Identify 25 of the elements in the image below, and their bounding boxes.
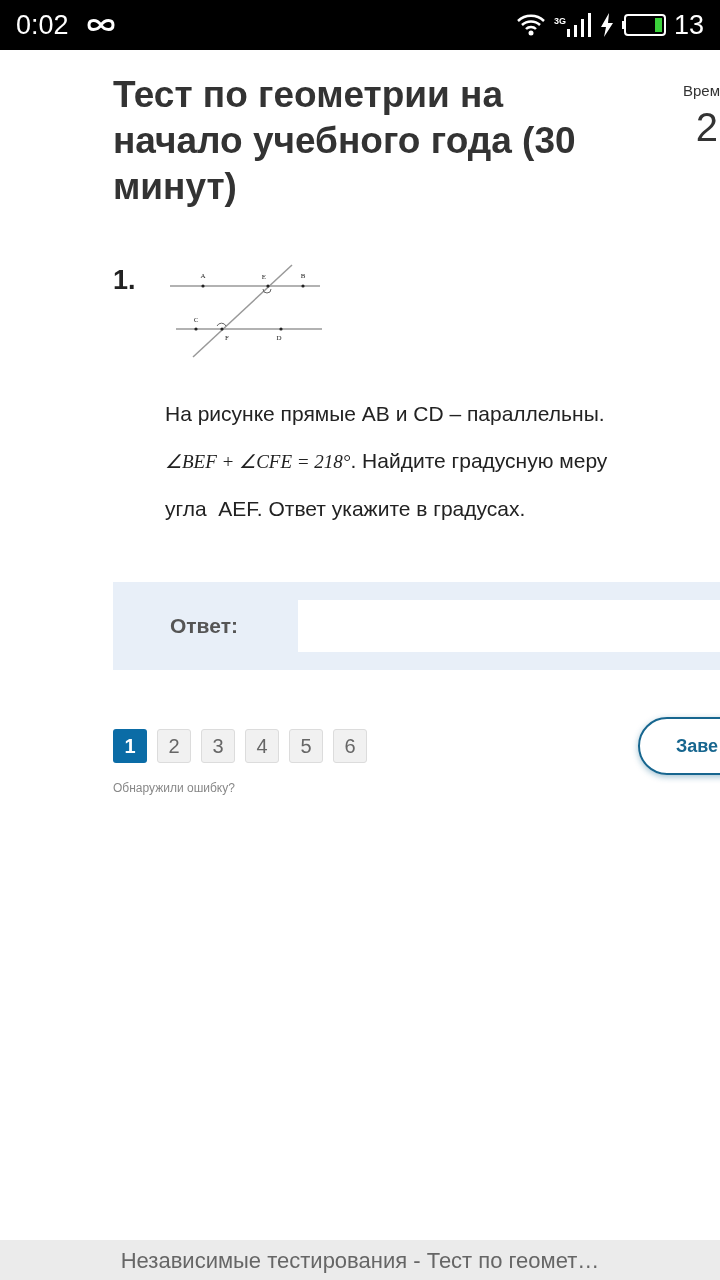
clock: 0:02 [16,8,69,42]
page-button[interactable]: 2 [157,729,191,763]
test-title: Тест по геометрии на начало учебного года (30 минут) [113,73,577,209]
page-title: Независимые тестирования - Тест по геомет… [120,1246,600,1275]
page-button[interactable]: 3 [201,729,235,763]
wifi-icon [515,13,546,37]
question-number: 1. [113,264,137,297]
question-text: угла AEF. Ответ укажите в градусах. [165,496,527,522]
page-button[interactable]: 5 [289,729,323,763]
battery-level: 13 [673,8,704,42]
answer-label: Ответ: [170,613,239,640]
battery-icon [621,14,666,36]
page-button[interactable]: 4 [245,729,279,763]
page-button[interactable]: 1 [113,729,147,763]
finish-button[interactable]: Заве [638,717,720,775]
timer-label: Врем [683,81,720,101]
page-button[interactable]: 6 [333,729,367,763]
timer-value: 2 [695,103,718,151]
question-text: . Найдите градусную меру [350,448,608,474]
question-text: На рисунке прямые AB и CD – параллельны. [165,401,606,427]
signal-icon [565,13,592,37]
bolt-icon [599,13,614,37]
angle-formula: ∠BEF + ∠CFE = 218° [165,450,351,474]
report-error-link[interactable]: Обнаружили ошибку? [113,779,720,797]
network-type: 3G [553,14,566,28]
